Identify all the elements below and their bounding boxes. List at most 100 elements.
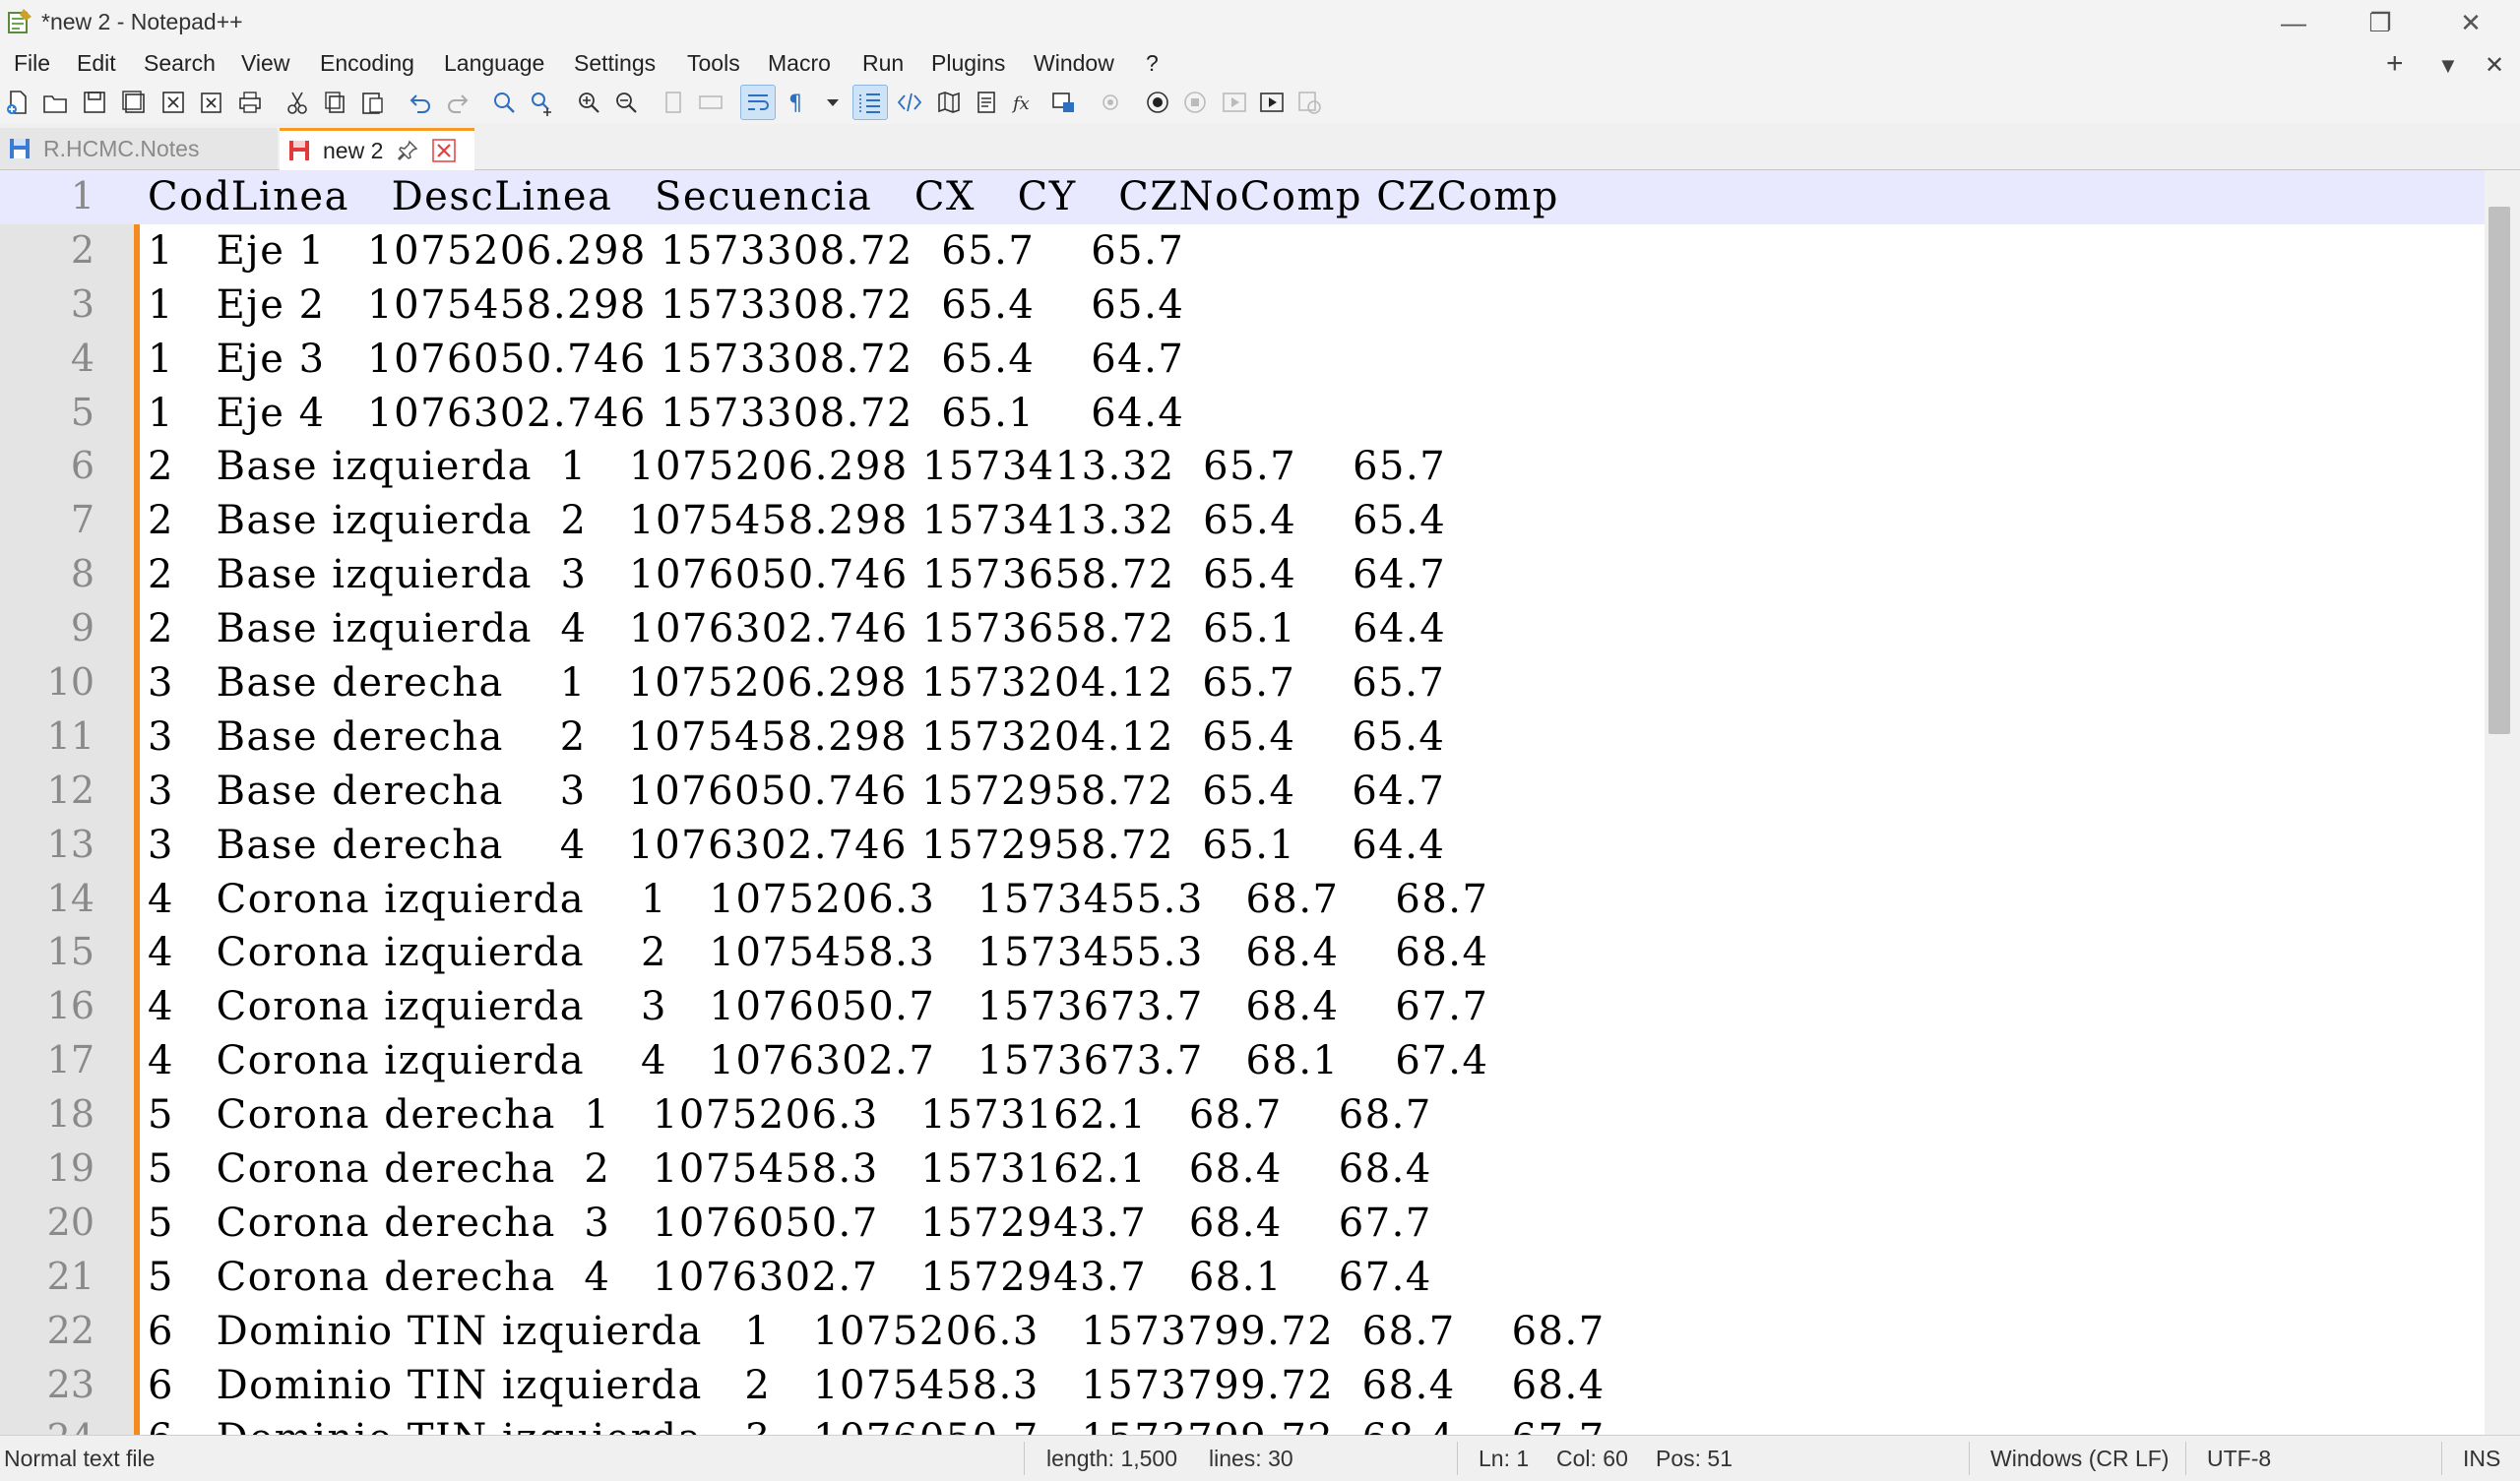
line-text[interactable]: 6 Dominio TIN izquierda 2 1075458.3 1573… [148,1363,1606,1408]
editor-line[interactable]: 15 4 Corona izquierda 2 1075458.3 1573455… [0,926,2485,980]
close-tab-icon[interactable] [432,139,457,162]
line-text[interactable]: 4 Corona izquierda 1 1075206.3 1573455.3… [148,877,1488,922]
open-file-icon[interactable] [39,87,71,118]
line-text[interactable]: 5 Corona derecha 3 1076050.7 1572943.7 6… [148,1201,1432,1246]
stop-macro-icon[interactable] [1179,87,1211,118]
editor-line[interactable]: 21 5 Corona derecha 4 1076302.7 1572943.7… [0,1251,2485,1305]
line-text[interactable]: 4 Corona izquierda 2 1075458.3 1573455.3… [148,930,1488,975]
editor-line[interactable]: 4 1 Eje 3 1076050.746 1573308.72 65.4 64.… [0,333,2485,387]
editor-line[interactable]: 18 5 Corona derecha 1 1075206.3 1573162.1… [0,1088,2485,1142]
editor-line[interactable]: 6 2 Base izquierda 1 1075206.298 1573413.… [0,440,2485,494]
editor-line[interactable]: 16 4 Corona izquierda 3 1076050.7 1573673… [0,980,2485,1034]
menu-window[interactable]: Window [1034,50,1114,77]
editor-line[interactable]: 19 5 Corona derecha 2 1075458.3 1573162.1… [0,1142,2485,1197]
document-map-icon[interactable] [933,87,965,118]
line-text[interactable]: 2 Base izquierda 3 1076050.746 1573658.7… [148,552,1446,597]
find-icon[interactable] [488,87,520,118]
replace-icon[interactable] [526,87,557,118]
status-insert-mode[interactable]: INS [2463,1446,2500,1472]
line-text[interactable]: 2 Base izquierda 4 1076302.746 1573658.7… [148,606,1446,651]
undo-icon[interactable] [404,87,435,118]
paste-icon[interactable] [356,87,388,118]
line-text[interactable]: 2 Base izquierda 1 1075206.298 1573413.3… [148,444,1446,489]
record-macro-icon[interactable] [1142,87,1173,118]
line-text[interactable]: 1 Eje 3 1076050.746 1573308.72 65.4 64.7 [148,337,1184,382]
editor-line[interactable]: 20 5 Corona derecha 3 1076050.7 1572943.7… [0,1197,2485,1251]
tab-new-2[interactable]: new 2 [280,128,474,170]
line-text[interactable]: 2 Base izquierda 2 1075458.298 1573413.3… [148,498,1446,543]
editor-line[interactable]: 24 6 Dominio TIN izquierda 3 1076050.7 15… [0,1412,2485,1435]
tab-list-dropdown[interactable]: ▼ [2437,53,2459,79]
status-eol[interactable]: Windows (CR LF) [1990,1446,2169,1472]
zoom-in-icon[interactable] [573,87,604,118]
zoom-out-icon[interactable] [610,87,642,118]
current-line[interactable]: 1 CodLinea DescLinea Secuencia CX CY CZNo… [0,170,2485,224]
sync-horizontal-icon[interactable] [695,87,726,118]
editor-line[interactable]: 23 6 Dominio TIN izquierda 2 1075458.3 15… [0,1359,2485,1413]
editor-line[interactable]: 5 1 Eje 4 1076302.746 1573308.72 65.1 64.… [0,387,2485,441]
editor-line[interactable]: 13 3 Base derecha 4 1076302.746 1572958.7… [0,819,2485,873]
line-text[interactable]: 3 Base derecha 2 1075458.298 1573204.12 … [148,714,1445,760]
menu-run[interactable]: Run [862,50,904,77]
menu-plugins[interactable]: Plugins [931,50,1005,77]
minimize-button[interactable]: — [2254,0,2333,45]
menu-tools[interactable]: Tools [687,50,740,77]
editor-line[interactable]: 9 2 Base izquierda 4 1076302.746 1573658.… [0,602,2485,656]
text-editor[interactable]: 1 CodLinea DescLinea Secuencia CX CY CZNo… [0,170,2485,1435]
folder-workspace-icon[interactable] [1047,87,1079,118]
close-tab-menu-button[interactable]: ✕ [2485,51,2504,80]
show-all-chars-dropdown[interactable] [817,87,849,118]
pin-icon[interactable] [397,140,418,161]
editor-line[interactable]: 22 6 Dominio TIN izquierda 1 1075206.3 15… [0,1305,2485,1359]
close-file-icon[interactable] [158,87,189,118]
line-text[interactable]: 3 Base derecha 4 1076302.746 1572958.72 … [148,823,1445,868]
editor-line[interactable]: 2 1 Eje 1 1075206.298 1573308.72 65.7 65.… [0,224,2485,278]
menu-file[interactable]: File [14,50,50,77]
line-text[interactable]: CodLinea DescLinea Secuencia CX CY CZNoC… [148,174,1559,219]
restore-button[interactable]: ❐ [2341,0,2420,45]
line-text[interactable]: 4 Corona izquierda 3 1076050.7 1573673.7… [148,984,1488,1029]
editor-line[interactable]: 8 2 Base izquierda 3 1076050.746 1573658.… [0,548,2485,602]
word-wrap-icon[interactable] [740,85,776,120]
menu-help[interactable]: ? [1146,50,1159,77]
show-all-chars-icon[interactable]: ¶ [780,87,811,118]
line-text[interactable]: 1 Eje 4 1076302.746 1573308.72 65.1 64.4 [148,391,1184,436]
function-list-icon[interactable] [971,87,1002,118]
menu-language[interactable]: Language [444,50,544,77]
monitoring-icon[interactable] [1095,87,1126,118]
close-all-icon[interactable] [195,87,226,118]
menu-settings[interactable]: Settings [574,50,656,77]
indent-guide-icon[interactable] [852,85,888,120]
run-macro-multiple-icon[interactable] [1256,87,1288,118]
menu-search[interactable]: Search [144,50,216,77]
editor-line[interactable]: 3 1 Eje 2 1075458.298 1573308.72 65.4 65.… [0,278,2485,333]
tab-r-hcmc-notes[interactable]: R.HCMC.Notes [0,128,278,169]
line-text[interactable]: 3 Base derecha 3 1076050.746 1572958.72 … [148,769,1445,814]
close-window-button[interactable]: ✕ [2431,0,2510,45]
line-text[interactable]: 4 Corona izquierda 4 1076302.7 1573673.7… [148,1038,1488,1083]
editor-line[interactable]: 11 3 Base derecha 2 1075458.298 1573204.1… [0,710,2485,765]
sync-vertical-icon[interactable] [658,87,689,118]
line-text[interactable]: 5 Corona derecha 2 1075458.3 1573162.1 6… [148,1146,1432,1192]
editor-line[interactable]: 7 2 Base izquierda 2 1075458.298 1573413.… [0,494,2485,548]
line-text[interactable]: 6 Dominio TIN izquierda 3 1076050.7 1573… [148,1416,1606,1435]
save-icon[interactable] [79,87,110,118]
menu-encoding[interactable]: Encoding [320,50,414,77]
cut-icon[interactable] [282,87,313,118]
redo-icon[interactable] [443,87,474,118]
new-file-icon[interactable] [2,87,33,118]
line-text[interactable]: 1 Eje 2 1075458.298 1573308.72 65.4 65.4 [148,282,1184,328]
vertical-scrollbar-thumb[interactable] [2488,207,2510,734]
line-text[interactable]: 5 Corona derecha 1 1075206.3 1573162.1 6… [148,1092,1432,1138]
xml-tag-icon[interactable] [894,87,925,118]
menu-view[interactable]: View [241,50,289,77]
editor-line[interactable]: 10 3 Base derecha 1 1075206.298 1573204.1… [0,656,2485,710]
editor-line[interactable]: 12 3 Base derecha 3 1076050.746 1572958.7… [0,765,2485,819]
function-fx-icon[interactable]: fx [1008,87,1040,118]
menu-macro[interactable]: Macro [768,50,831,77]
copy-icon[interactable] [319,87,350,118]
editor-line[interactable]: 17 4 Corona izquierda 4 1076302.7 1573673… [0,1034,2485,1088]
line-text[interactable]: 3 Base derecha 1 1075206.298 1573204.12 … [148,660,1445,706]
line-text[interactable]: 1 Eje 1 1075206.298 1573308.72 65.7 65.7 [148,228,1184,274]
line-text[interactable]: 5 Corona derecha 4 1076302.7 1572943.7 6… [148,1255,1432,1300]
